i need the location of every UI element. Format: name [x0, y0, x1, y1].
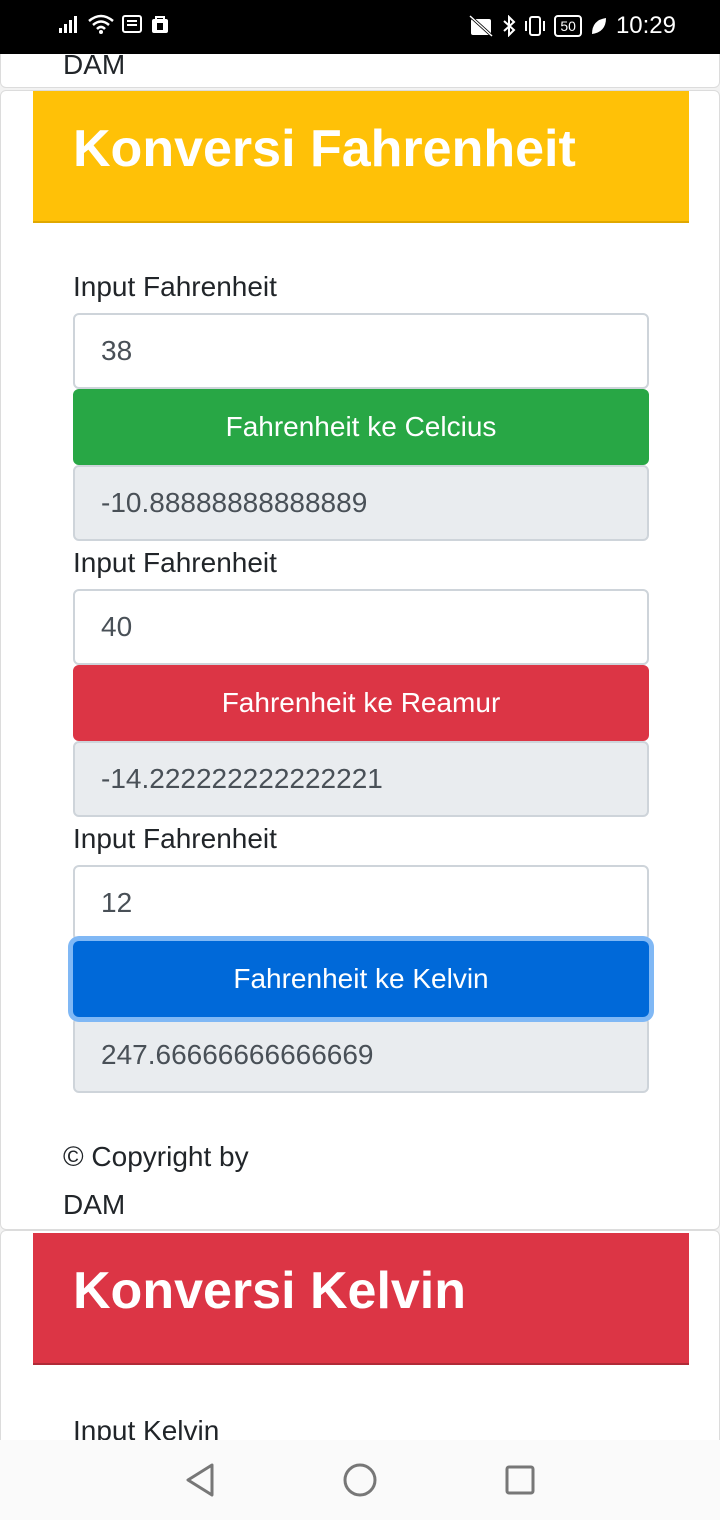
copyright-author: DAM — [63, 1189, 126, 1220]
vibrate-icon — [525, 16, 546, 36]
news-icon — [122, 15, 142, 33]
fahrenheit-to-celcius-button[interactable]: Fahrenheit ke Celcius — [73, 389, 649, 465]
signal-icon — [59, 16, 77, 33]
navigation-bar — [0, 1440, 720, 1520]
status-bar: 50 10:29 — [0, 0, 720, 54]
status-right-icons: 50 10:29 — [468, 12, 676, 40]
shopping-bag-icon — [152, 16, 168, 33]
recents-icon — [505, 1465, 535, 1495]
fahrenheit-to-kelvin-button[interactable]: Fahrenheit ke Kelvin — [73, 941, 649, 1017]
celcius-result-field: -10.88888888888889 — [73, 465, 649, 541]
kelvin-card-title: Konversi Kelvin — [33, 1233, 689, 1365]
reamur-result-field: -14.222222222222221 — [73, 741, 649, 817]
fahrenheit-input-3[interactable]: 12 — [73, 865, 649, 941]
battery-indicator: 50 — [554, 15, 582, 37]
recents-button[interactable] — [500, 1460, 540, 1500]
home-icon — [343, 1463, 377, 1497]
fahrenheit-input-2[interactable]: 40 — [73, 589, 649, 665]
back-button[interactable] — [180, 1460, 220, 1500]
fahrenheit-input-label-3: Input Fahrenheit — [73, 823, 277, 854]
leaf-icon — [591, 18, 606, 34]
previous-card-footer: DAM — [63, 54, 126, 80]
fahrenheit-to-reamur-button[interactable]: Fahrenheit ke Reamur — [73, 665, 649, 741]
bluetooth-icon — [503, 15, 516, 37]
back-icon — [186, 1463, 214, 1497]
kelvin-input-label: Input Kelvin — [73, 1415, 220, 1440]
wifi-icon — [88, 14, 114, 34]
previous-card: DAM — [0, 54, 720, 88]
kelvin-result-field: 247.66666666666669 — [73, 1017, 649, 1093]
copyright-text: © Copyright by — [63, 1141, 249, 1172]
no-sim-icon — [469, 15, 494, 37]
clock: 10:29 — [615, 12, 676, 39]
fahrenheit-input-label-1: Input Fahrenheit — [73, 271, 277, 302]
fahrenheit-card-title: Konversi Fahrenheit — [33, 91, 689, 223]
page-content[interactable]: DAM Konversi Fahrenheit Input Fahrenheit… — [0, 54, 720, 1440]
status-left-icons — [58, 14, 170, 34]
kelvin-card: Konversi Kelvin Input Kelvin — [0, 1230, 720, 1440]
home-button[interactable] — [340, 1460, 380, 1500]
fahrenheit-input-1[interactable]: 38 — [73, 313, 649, 389]
fahrenheit-card: Konversi Fahrenheit Input Fahrenheit 38 … — [0, 90, 720, 1230]
fahrenheit-input-label-2: Input Fahrenheit — [73, 547, 277, 578]
